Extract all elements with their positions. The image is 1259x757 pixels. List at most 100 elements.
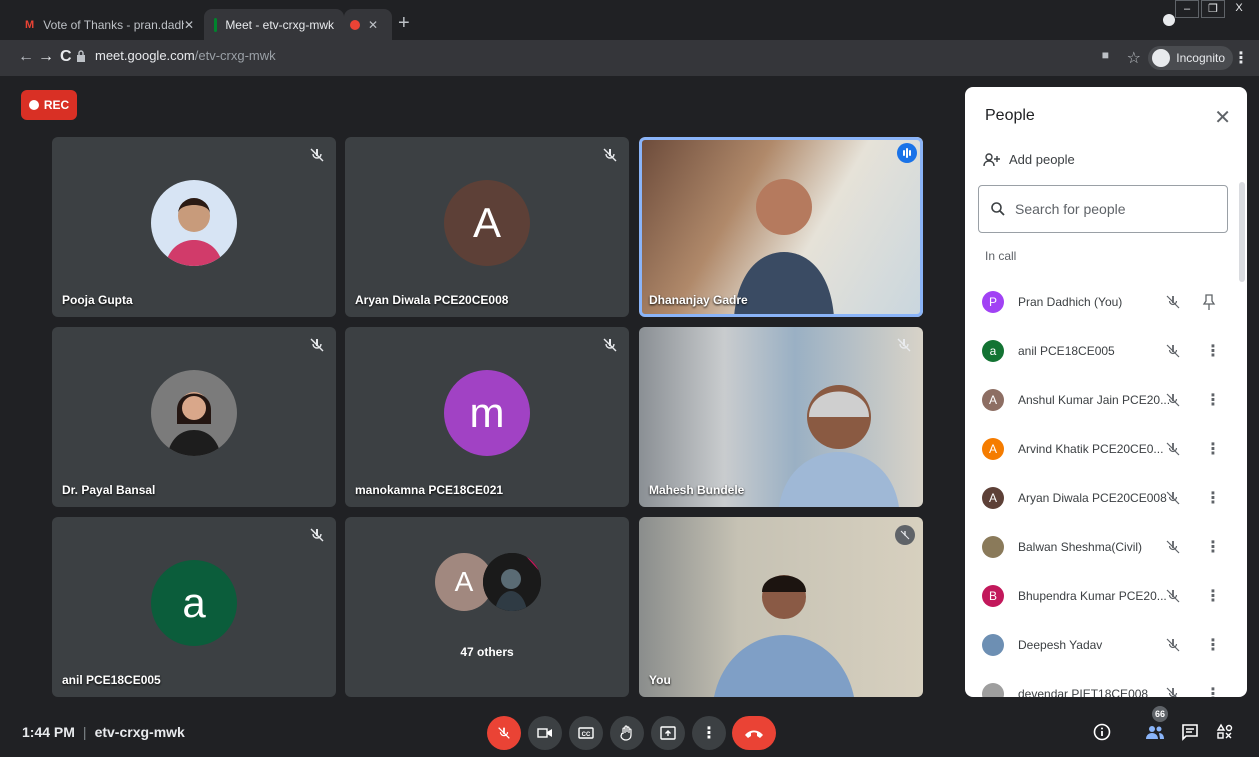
more-options-icon[interactable]: ⋮ [1205,586,1221,606]
captions-button[interactable]: CC [569,716,603,750]
mic-toggle-button[interactable] [487,716,521,750]
section-heading: In call [985,249,1017,263]
divider: | [82,724,87,740]
close-tab-icon[interactable]: ✕ [368,18,378,32]
leave-call-button[interactable] [732,716,776,750]
incognito-badge[interactable]: Incognito [1148,46,1233,70]
hand-icon [620,725,632,741]
camera-icon[interactable]: ■ [1102,48,1109,62]
close-panel-button[interactable]: ✕ [1214,105,1231,130]
participant-tile[interactable]: Pooja Gupta [52,137,336,317]
minimize-button[interactable]: – [1175,0,1199,18]
more-options-button[interactable]: ⋮ [692,716,726,750]
info-icon [1093,723,1111,741]
incognito-label: Incognito [1176,51,1225,65]
participant-tile[interactable]: m manokamna PCE18CE021 [345,327,629,507]
others-tile[interactable]: A 47 others [345,517,629,697]
panel-title: People [985,107,1035,124]
search-icon [991,202,1005,216]
participant-tile[interactable]: A Aryan Diwala PCE20CE008 [345,137,629,317]
star-icon[interactable]: ☆ [1127,48,1141,68]
mic-off-icon [895,525,915,545]
mic-off-icon[interactable] [1165,343,1181,359]
new-tab-button[interactable]: + [398,12,410,35]
participant-name: anil PCE18CE005 [62,673,161,687]
participant-tile-video[interactable]: Dhananjay Gadre [639,137,923,317]
profile-icon[interactable] [1163,14,1175,26]
tab-title: Meet - etv-crxg-mwk [225,17,334,32]
mic-off-icon[interactable] [1165,686,1181,697]
close-window-button[interactable]: X [1227,0,1251,18]
avatar: A [982,437,1004,460]
lock-icon [77,50,85,62]
participant-name: manokamna PCE18CE021 [355,483,504,497]
avatar [483,553,541,611]
back-icon[interactable]: ← [18,48,34,66]
participant-row[interactable]: a anil PCE18CE005 ⋮ [965,326,1235,375]
others-count: 47 others [460,645,514,659]
people-button[interactable] [1143,720,1167,744]
more-options-icon[interactable]: ⋮ [1205,488,1221,508]
mic-off-icon[interactable] [1165,294,1181,310]
participant-name: Bhupendra Kumar PCE20... [1018,588,1167,603]
avatar: a [982,339,1004,362]
participant-row[interactable]: Balwan Sheshma(Civil) ⋮ [965,522,1235,571]
more-options-icon[interactable]: ⋮ [1205,537,1221,557]
participant-row[interactable]: devendar PIET18CE008 ⋮ [965,669,1235,697]
mic-off-icon[interactable] [1165,441,1181,457]
avatar [982,633,1004,656]
participant-name: Anshul Kumar Jain PCE20... [1018,392,1171,407]
avatar: m [444,370,530,456]
restore-button[interactable]: ❐ [1201,0,1225,18]
mic-off-icon[interactable] [1165,637,1181,653]
tab-meet[interactable]: Meet - etv-crxg-mwk [204,9,344,40]
more-options-icon[interactable]: ⋮ [1205,439,1221,459]
tab-recording-indicator[interactable]: ✕ [344,9,392,40]
meet-icon [214,17,218,32]
reload-icon[interactable]: C [60,48,72,66]
mic-off-icon[interactable] [1165,539,1181,555]
search-people-input[interactable]: Search for people [978,185,1228,233]
url-field[interactable]: meet.google.com/etv-crxg-mwk [95,48,276,63]
more-options-icon[interactable]: ⋮ [1205,341,1221,361]
more-options-icon[interactable]: ⋮ [1205,684,1221,698]
participant-row[interactable]: P Pran Dadhich (You) [965,277,1235,326]
scrollbar[interactable] [1239,182,1245,282]
tab-title: Vote of Thanks - pran.dadhich@| [43,17,184,32]
mic-off-icon [603,338,617,352]
video-icon [537,728,552,738]
participant-row[interactable]: Deepesh Yadav ⋮ [965,620,1235,669]
camera-toggle-button[interactable] [528,716,562,750]
more-options-icon[interactable]: ⋮ [1205,635,1221,655]
more-icon: ⋮ [701,725,717,742]
present-button[interactable] [651,716,685,750]
participant-name: Deepesh Yadav [1018,637,1103,652]
avatar: A [982,388,1004,411]
mic-off-icon[interactable] [1165,392,1181,408]
mic-off-icon[interactable] [1165,588,1181,604]
raise-hand-button[interactable] [610,716,644,750]
menu-icon[interactable]: ⋮ [1233,48,1249,68]
forward-icon[interactable]: → [38,48,54,66]
add-people-button[interactable]: Add people [983,152,1075,167]
participant-row[interactable]: A Anshul Kumar Jain PCE20... ⋮ [965,375,1235,424]
participant-tile[interactable]: a anil PCE18CE005 [52,517,336,697]
meeting-details-button[interactable] [1090,720,1114,744]
present-icon [660,726,676,740]
participant-tile[interactable]: Dr. Payal Bansal [52,327,336,507]
self-tile-video[interactable]: You [639,517,923,697]
close-tab-icon[interactable]: ✕ [184,18,194,32]
people-count-badge: 66 [1152,706,1168,722]
participant-row[interactable]: A Arvind Khatik PCE20CE0... ⋮ [965,424,1235,473]
pin-icon[interactable] [1202,293,1216,310]
mic-off-icon[interactable] [1165,490,1181,506]
participant-row[interactable]: B Bhupendra Kumar PCE20... ⋮ [965,571,1235,620]
more-options-icon[interactable]: ⋮ [1205,390,1221,410]
tab-gmail[interactable]: M Vote of Thanks - pran.dadhich@| ✕ [14,9,204,40]
participant-tile-video[interactable]: Mahesh Bundele [639,327,923,507]
participant-row[interactable]: A Aryan Diwala PCE20CE008 ⋮ [965,473,1235,522]
rec-label: REC [43,98,70,112]
participant-name: Pooja Gupta [62,293,133,307]
chat-button[interactable] [1178,720,1202,744]
activities-button[interactable] [1213,720,1237,744]
